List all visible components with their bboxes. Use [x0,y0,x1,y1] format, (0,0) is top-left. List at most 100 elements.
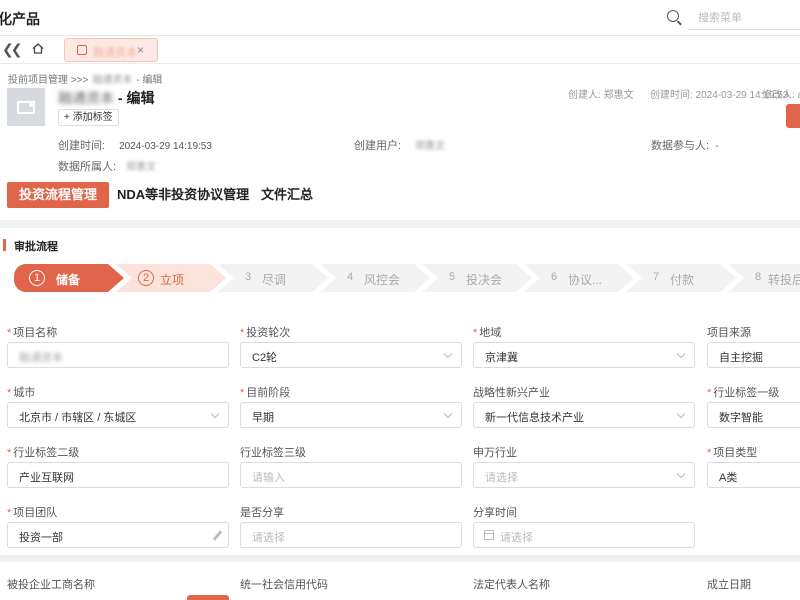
approval-steps: 1 储备 2 立项 3 尽调 4 风控会 5 投决会 6 协议... 7 付款 … [14,264,800,292]
info-label: 数据所属人: [58,161,117,173]
step-label: 付款 [670,273,695,287]
required-mark: * [240,327,245,339]
page-title: 融通资本 - 编辑 [58,88,154,108]
label-tag2: * 行业标签二级 [7,444,79,460]
step-8[interactable]: 8 转投后 [728,264,800,292]
step-2[interactable]: 2 立项 [116,264,226,292]
share-select[interactable]: 请选择 [240,522,462,548]
add-tag-button[interactable]: + 添加标签 [58,109,119,126]
step-4[interactable]: 4 风控会 [320,264,430,292]
project-name-input[interactable]: 融通资本 [7,342,229,368]
lookup-button[interactable] [187,595,229,600]
label-company-name: 被投企业工商名称 [7,579,95,591]
tab-nda-agreements[interactable]: NDA等非投资协议管理 [117,182,249,208]
close-tab-icon[interactable]: × [137,43,144,57]
info-label: 创建用户: [354,140,402,152]
step-label: 储备 [56,273,81,287]
tab-project-edit[interactable]: 融通资本 × [64,38,158,62]
edit-icon[interactable] [212,530,223,541]
industry-tag3-input[interactable]: 请输入 [240,462,462,488]
share-time-picker[interactable]: 请选择 [473,522,695,548]
project-image-placeholder [7,88,45,126]
required-mark: * [707,387,712,399]
modifier-meta: 修改人: a [762,90,800,101]
step-number: 2 [138,270,154,286]
field-value: 自主挖掘 [719,352,763,364]
top-bar: 化产品 [0,0,800,36]
required-mark: * [473,327,478,339]
strategic-industry-select[interactable]: 新一代信息技术产业 [473,402,695,428]
label-tag3: 行业标签三级 [240,444,306,460]
step-label: 尽调 [262,273,287,287]
field-value: 京津冀 [485,352,518,364]
field-value: 产业互联网 [19,472,74,484]
label-strategic: 战略性新兴产业 [473,384,550,400]
round-select[interactable]: C2轮 [240,342,462,368]
step-1[interactable]: 1 储备 [14,264,124,292]
breadcrumb-root[interactable]: 投前项目管理 >>> [8,75,88,86]
section-title: 审批流程 [14,241,58,253]
label-text: 申万行业 [473,447,517,459]
image-icon-sun [29,103,33,107]
breadcrumb: 投前项目管理 >>> 融通资本 - 编辑 [8,71,162,86]
breadcrumb-project[interactable]: 融通资本 [92,75,132,86]
shenwan-industry-select[interactable]: 请选择 [473,462,695,488]
calendar-icon [484,530,494,540]
step-number: 8 [754,271,762,283]
label-text: 项目名称 [13,327,58,339]
field-value: 数字智能 [719,412,763,424]
city-cascader[interactable]: 北京市 / 市辖区 / 东城区 [7,402,229,428]
step-number: 5 [448,271,456,283]
label-text: 目前阶段 [246,387,291,399]
label-text: 行业标签一级 [713,387,780,399]
label-text: 地域 [479,327,502,339]
menu-search-input[interactable] [688,6,800,30]
label-text: 项目类型 [713,447,758,459]
tab-investment-process[interactable]: 投资流程管理 [7,182,110,208]
chevron-down-icon [676,349,686,359]
step-number: 3 [244,271,252,283]
step-6[interactable]: 6 协议... [524,264,634,292]
info-create-user: 创建用户: 郑惠文 [354,137,445,153]
label-text: 行业标签二级 [13,447,80,459]
label-source: 项目来源 [707,324,751,340]
step-number: 6 [550,271,558,283]
field-placeholder: 请选择 [252,532,285,544]
step-3[interactable]: 3 尽调 [218,264,328,292]
step-7[interactable]: 7 付款 [626,264,736,292]
label-text: 城市 [13,387,36,399]
collapse-sidebar-icon[interactable]: ❮❮ [2,41,23,58]
breadcrumb-current: - 编辑 [136,75,163,86]
project-team-input[interactable]: 投资一部 [7,522,229,548]
stage-select[interactable]: 早期 [240,402,462,428]
label-text: 投资轮次 [246,327,291,339]
label-tag1: * 行业标签一级 [707,384,779,400]
industry-tag1-select[interactable]: 数字智能 [707,402,800,428]
title-suffix: - 编辑 [114,90,155,106]
info-create-time: 创建时间: 2024-03-29 14:19:53 [58,137,212,153]
source-select[interactable]: 自主挖掘 [707,342,800,368]
edit-doc-icon [77,45,87,55]
tab-label: 融通资本 [93,47,137,59]
approval-panel: 审批流程 1 储备 2 立项 3 尽调 4 风控会 5 投决会 6 协议... … [0,228,800,555]
search-icon[interactable] [667,10,679,22]
chevron-down-icon [676,469,686,479]
project-type-select[interactable]: A类 [707,462,800,488]
field-value: 新一代信息技术产业 [485,412,584,424]
field-value: A类 [719,472,738,484]
step-label: 投决会 [466,273,503,287]
home-icon[interactable] [32,43,44,54]
step-label: 风控会 [364,273,401,287]
step-number: 4 [346,271,354,283]
info-label: 创建时间: [58,140,106,152]
region-select[interactable]: 京津冀 [473,342,695,368]
project-name-title: 融通资本 [58,90,114,106]
label-text: 项目来源 [707,327,751,339]
step-5[interactable]: 5 投决会 [422,264,532,292]
chevron-down-icon [210,409,220,419]
required-mark: * [707,447,712,459]
action-button[interactable] [786,104,800,128]
tab-file-summary[interactable]: 文件汇总 [261,182,313,208]
industry-tag2-select[interactable]: 产业互联网 [7,462,229,488]
label-city: * 城市 [7,384,35,400]
